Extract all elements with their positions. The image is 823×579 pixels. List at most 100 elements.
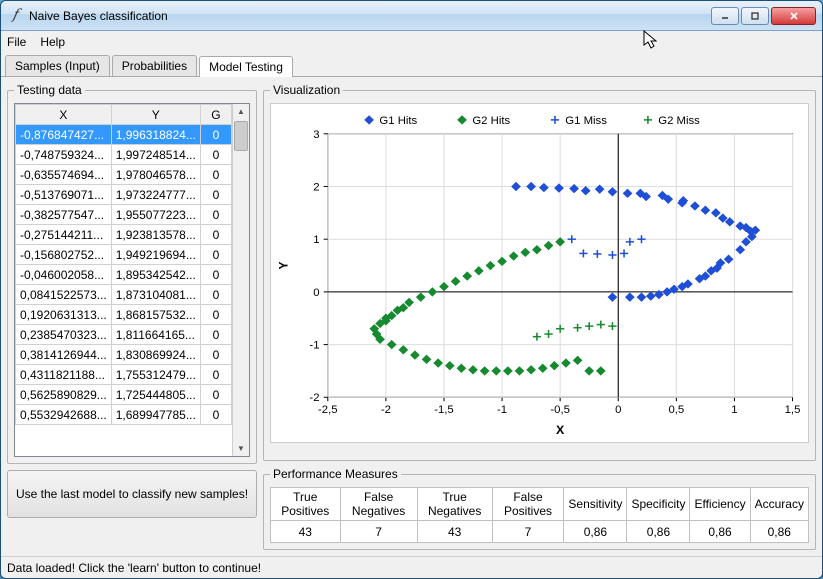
svg-text:0,5: 0,5 [668, 404, 684, 416]
table-row[interactable]: 0,0841522573...1,873104081...0 [16, 285, 232, 305]
table-row[interactable]: -0,382577547...1,955077223...0 [16, 205, 232, 225]
perf-value-tn: 43 [417, 521, 492, 543]
cell-x: -0,748759324... [16, 145, 112, 165]
menubar: File Help [1, 31, 822, 53]
svg-text:1,5: 1,5 [785, 404, 801, 416]
table-row[interactable]: 0,5532942688...1,689947785...0 [16, 405, 232, 425]
svg-text:0: 0 [313, 287, 319, 299]
cell-g: 0 [200, 405, 231, 425]
cell-g: 0 [200, 325, 231, 345]
table-row[interactable]: -0,876847427...1,996318824...0 [16, 125, 232, 145]
svg-text:2: 2 [313, 182, 319, 194]
table-row[interactable]: 0,1920631313...1,868157532...0 [16, 305, 232, 325]
table-row[interactable]: -0,748759324...1,997248514...0 [16, 145, 232, 165]
tab-model-testing[interactable]: Model Testing [199, 56, 293, 77]
cell-y: 1,830869924... [111, 345, 200, 365]
cell-y: 1,868157532... [111, 305, 200, 325]
perf-header-tp: True Positives [271, 488, 341, 521]
perf-header-spec: Specificity [627, 488, 690, 521]
cell-y: 1,923813578... [111, 225, 200, 245]
svg-text:-0,5: -0,5 [550, 404, 570, 416]
cell-g: 0 [200, 385, 231, 405]
cell-y: 1,949219694... [111, 245, 200, 265]
col-header-y[interactable]: Y [111, 105, 200, 125]
col-header-x[interactable]: X [16, 105, 112, 125]
cell-y: 1,755312479... [111, 365, 200, 385]
svg-text:Y: Y [276, 262, 290, 270]
table-row[interactable]: -0,156802752...1,949219694...0 [16, 245, 232, 265]
svg-text:G1 Miss: G1 Miss [565, 115, 607, 127]
performance-legend: Performance Measures [270, 467, 401, 481]
svg-text:-1,5: -1,5 [434, 404, 454, 416]
cell-g: 0 [200, 205, 231, 225]
perf-header-sens: Sensitivity [564, 488, 627, 521]
perf-value-spec: 0,86 [627, 521, 690, 543]
cell-x: 0,4311821188... [16, 365, 112, 385]
cell-g: 0 [200, 185, 231, 205]
cell-x: 0,3814126944... [16, 345, 112, 365]
perf-value-sens: 0,86 [564, 521, 627, 543]
cell-g: 0 [200, 345, 231, 365]
table-scrollbar[interactable]: ▲ ▼ [232, 104, 249, 456]
scroll-down-icon[interactable]: ▼ [234, 441, 248, 456]
cell-y: 1,811664165... [111, 325, 200, 345]
minimize-button[interactable] [711, 7, 739, 25]
cell-g: 0 [200, 365, 231, 385]
maximize-button[interactable] [741, 7, 769, 25]
svg-text:G2 Miss: G2 Miss [658, 115, 700, 127]
perf-header-fp: False Positives [492, 488, 564, 521]
perf-value-eff: 0,86 [690, 521, 750, 543]
cell-y: 1,978046578... [111, 165, 200, 185]
cell-g: 0 [200, 165, 231, 185]
cell-g: 0 [200, 245, 231, 265]
table-row[interactable]: -0,275144211...1,923813578...0 [16, 225, 232, 245]
perf-header-fn: False Negatives [340, 488, 417, 521]
tab-samples-input[interactable]: Samples (Input) [5, 55, 110, 76]
perf-value-tp: 43 [271, 521, 341, 543]
scroll-thumb[interactable] [234, 121, 248, 151]
status-text: Data loaded! Click the 'learn' button to… [7, 561, 261, 575]
cell-y: 1,996318824... [111, 125, 200, 145]
svg-text:X: X [556, 423, 564, 437]
col-header-g[interactable]: G [200, 105, 231, 125]
perf-value-acc: 0,86 [750, 521, 808, 543]
svg-text:-2: -2 [381, 404, 391, 416]
cell-x: 0,5625890829... [16, 385, 112, 405]
scroll-up-icon[interactable]: ▲ [234, 104, 248, 119]
testing-data-legend: Testing data [14, 83, 85, 97]
close-button[interactable] [771, 7, 816, 25]
cell-x: 0,0841522573... [16, 285, 112, 305]
testing-data-table[interactable]: X Y G -0,876847427...1,996318824...0-0,7… [14, 103, 250, 457]
svg-text:-1: -1 [497, 404, 507, 416]
tab-probabilities[interactable]: Probabilities [112, 55, 197, 76]
table-row[interactable]: 0,4311821188...1,755312479...0 [16, 365, 232, 385]
testing-data-group: Testing data X Y G -0,876847427...1,9963… [7, 83, 257, 464]
menu-file[interactable]: File [7, 35, 26, 49]
svg-text:3: 3 [313, 129, 319, 141]
table-row[interactable]: 0,2385470323...1,811664165...0 [16, 325, 232, 345]
table-row[interactable]: 0,3814126944...1,830869924...0 [16, 345, 232, 365]
cell-y: 1,895342542... [111, 265, 200, 285]
cell-x: 0,1920631313... [16, 305, 112, 325]
svg-text:G2 Hits: G2 Hits [472, 115, 510, 127]
titlebar[interactable]: 𝑓 Naive Bayes classification [1, 1, 822, 31]
cell-x: -0,513769071... [16, 185, 112, 205]
perf-header-acc: Accuracy [750, 488, 808, 521]
visualization-chart: -2,5-2-1,5-1-0,500,511,5-2-10123XYG1 Hit… [270, 103, 809, 443]
window-title: Naive Bayes classification [29, 9, 711, 23]
table-row[interactable]: 0,5625890829...1,725444805...0 [16, 385, 232, 405]
cell-g: 0 [200, 265, 231, 285]
perf-header-tn: True Negatives [417, 488, 492, 521]
cell-g: 0 [200, 145, 231, 165]
classify-button[interactable]: Use the last model to classify new sampl… [7, 470, 257, 518]
table-row[interactable]: -0,046002058...1,895342542...0 [16, 265, 232, 285]
svg-text:-1: -1 [309, 340, 319, 352]
table-row[interactable]: -0,635574694...1,978046578...0 [16, 165, 232, 185]
svg-text:1: 1 [731, 404, 737, 416]
cell-x: -0,382577547... [16, 205, 112, 225]
table-row[interactable]: -0,513769071...1,973224777...0 [16, 185, 232, 205]
cell-x: -0,046002058... [16, 265, 112, 285]
cell-x: -0,635574694... [16, 165, 112, 185]
visualization-legend: Visualization [270, 83, 343, 97]
menu-help[interactable]: Help [40, 35, 65, 49]
